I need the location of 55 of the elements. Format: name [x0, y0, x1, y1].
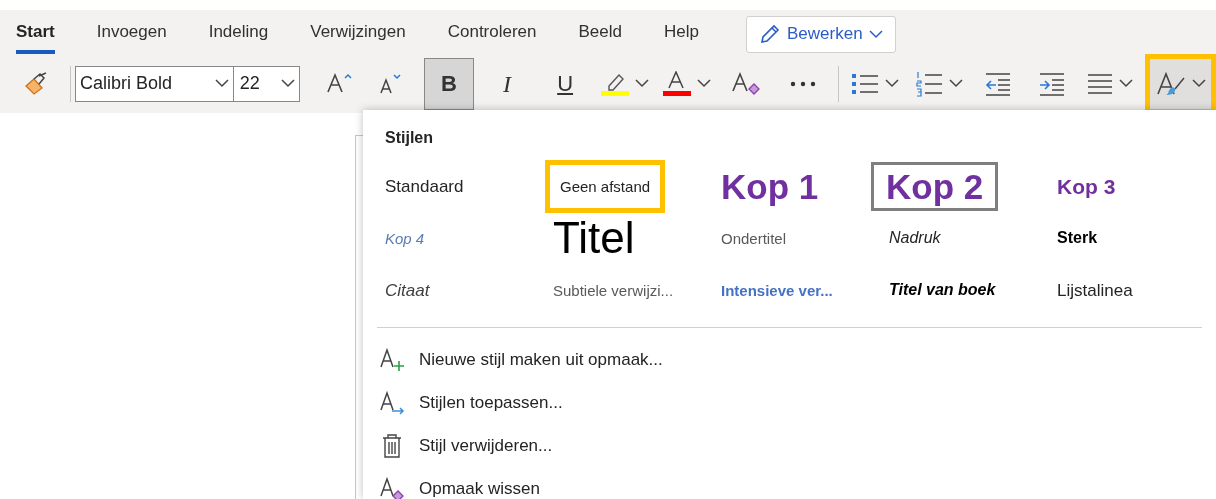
- ribbon-tab[interactable]: Help: [664, 10, 699, 54]
- menu-item[interactable]: Stijlen toepassen...: [377, 381, 563, 424]
- ribbon-tab[interactable]: Beeld: [578, 10, 622, 54]
- style-option[interactable]: Titel van boek: [881, 275, 1004, 305]
- apply-style-icon: [380, 389, 405, 416]
- style-option[interactable]: Intensieve ver...: [713, 275, 841, 305]
- style-option[interactable]: Nadruk: [881, 223, 949, 253]
- edit-mode-button[interactable]: Bewerken: [746, 15, 896, 53]
- style-option[interactable]: Subtiele verwijzi...: [545, 275, 682, 305]
- styles-button[interactable]: [1145, 54, 1216, 113]
- style-option[interactable]: Kop 1: [713, 161, 827, 211]
- chevron-icon: [868, 29, 883, 39]
- ribbon-tab[interactable]: Verwijzingen: [310, 10, 406, 54]
- style-option[interactable]: Kop 4: [377, 223, 433, 253]
- ribbon-tab[interactable]: Controleren: [447, 10, 537, 54]
- style-option[interactable]: Kop 3: [1049, 168, 1124, 204]
- italic-button[interactable]: I: [482, 57, 533, 110]
- chevron-icon: [635, 79, 650, 88]
- style-option[interactable]: Ondertitel: [713, 223, 795, 253]
- font-dropdown[interactable]: Calibri Bold: [74, 65, 234, 102]
- chevron-icon: [214, 79, 229, 88]
- chevron-icon: [885, 79, 900, 88]
- increase-indent-icon: [1039, 71, 1066, 96]
- style-option[interactable]: Standaard: [377, 170, 472, 202]
- ribbon-tab[interactable]: Indeling: [208, 10, 269, 54]
- numbering-icon: [915, 70, 944, 97]
- clear-format-icon: [732, 70, 761, 97]
- shrink-font-icon: [378, 71, 403, 96]
- decrease-indent-icon: [985, 71, 1012, 96]
- style-option[interactable]: Kop 2: [871, 161, 999, 211]
- font-color-icon: [663, 70, 692, 97]
- style-option[interactable]: Citaat: [377, 274, 438, 306]
- bullets-icon: [851, 71, 880, 96]
- chevron-icon: [281, 79, 296, 88]
- menu-item[interactable]: Stijl verwijderen...: [377, 424, 553, 467]
- more-icon: [790, 80, 817, 87]
- align-icon: [1087, 72, 1114, 95]
- style-option[interactable]: Sterk: [1049, 223, 1106, 253]
- chevron-icon: [949, 79, 964, 88]
- menu-item[interactable]: Nieuwe stijl maken uit opmaak...: [377, 338, 663, 381]
- style-option[interactable]: Geen afstand: [545, 159, 666, 213]
- new-style-icon: [380, 346, 405, 373]
- menu-title: Stijlen: [385, 128, 434, 148]
- pencil-icon: [759, 23, 781, 45]
- style-option[interactable]: Lijstalinea: [1049, 274, 1141, 306]
- font-size-dropdown[interactable]: 22: [233, 65, 301, 102]
- underline-button[interactable]: U: [540, 57, 591, 110]
- clear-format-icon: [380, 475, 405, 499]
- ribbon-tab[interactable]: Start: [16, 10, 55, 54]
- chevron-icon: [1119, 79, 1134, 88]
- menu-item[interactable]: Opmaak wissen: [377, 467, 540, 499]
- ribbon-tab[interactable]: Invoegen: [96, 10, 167, 54]
- chevron-icon: [1191, 79, 1206, 88]
- bold-button[interactable]: B: [424, 57, 475, 110]
- chevron-icon: [697, 79, 712, 88]
